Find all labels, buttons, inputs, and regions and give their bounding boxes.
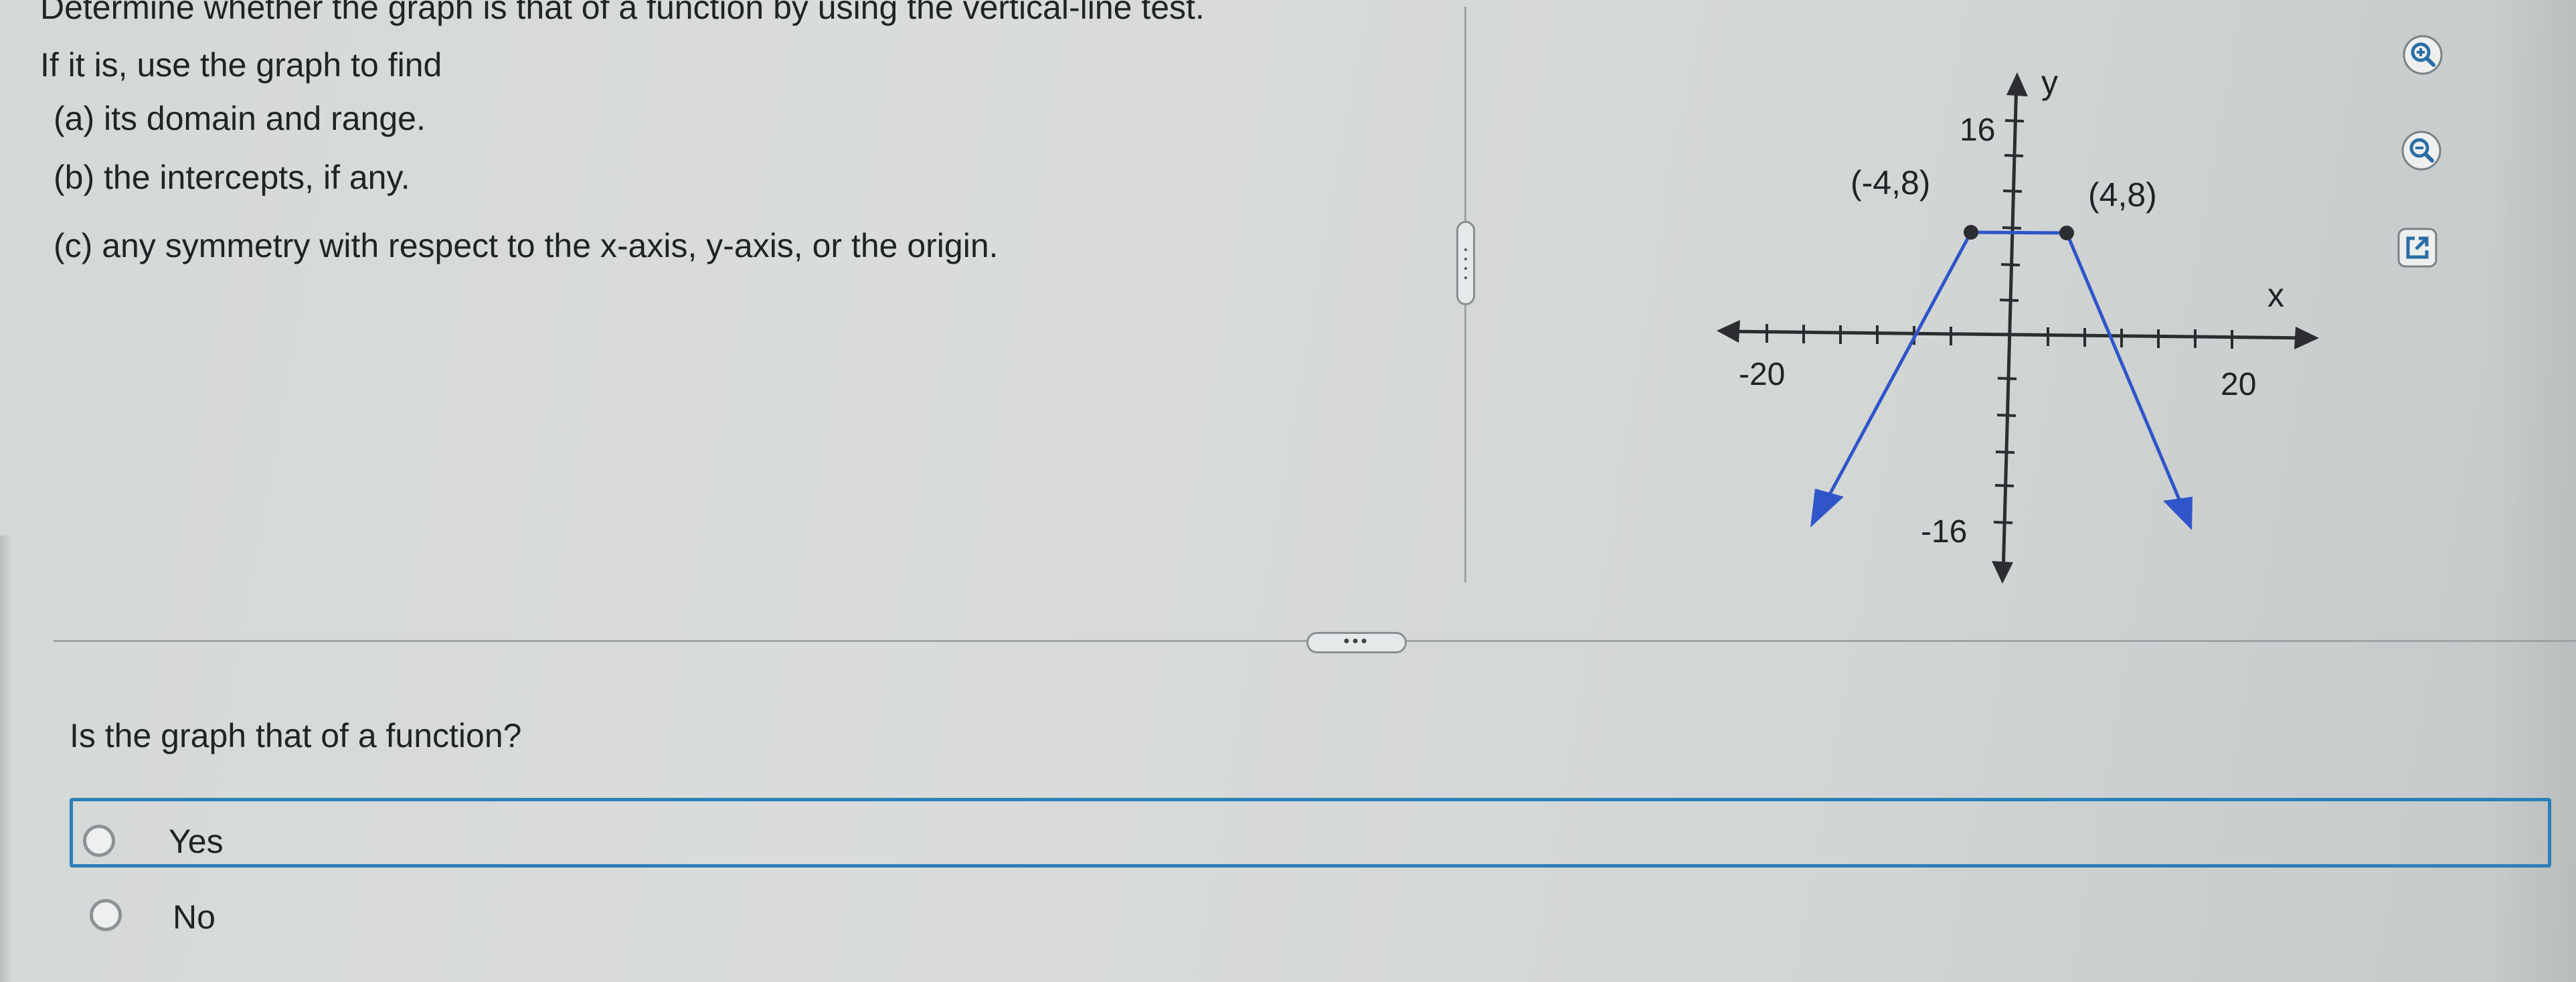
option-yes-label[interactable]: Yes [169, 825, 224, 858]
y-axis-arrow-down [1992, 561, 2013, 584]
radio-yes[interactable] [83, 825, 115, 857]
question-part-c: (c) any symmetry with respect to the x-a… [54, 227, 999, 264]
point-left [1964, 225, 1978, 240]
question-line-2: If it is, use the graph to find [40, 46, 442, 84]
question-part-b: (b) the intercepts, if any. [54, 159, 410, 196]
horizontal-resize-handle[interactable]: ••• [1306, 632, 1407, 653]
function-curve [1822, 230, 2185, 509]
tick-label-x-max: 20 [2221, 367, 2256, 402]
point-right [2059, 226, 2074, 240]
zoom-out-icon [2401, 131, 2441, 171]
vertical-resize-handle[interactable] [1456, 221, 1475, 305]
point-label-left: (-4,8) [1851, 164, 1930, 201]
tick-label-y-min: -16 [1921, 514, 1967, 550]
tick-label-y-max: 16 [1960, 112, 1995, 148]
question-line-1: Determine whether the graph is that of a… [40, 0, 1205, 26]
option-yes[interactable] [70, 798, 2551, 868]
x-axis-arrow-left [1717, 320, 1740, 343]
zoom-in-button[interactable] [2396, 28, 2450, 82]
y-axis-label: y [2041, 64, 2058, 101]
graph-arrow-left [1810, 489, 1844, 527]
open-new-window-button[interactable] [2391, 221, 2444, 274]
radio-no[interactable] [90, 899, 122, 931]
function-graph: y x 16 -16 -20 20 (-4,8) (4,8) [1717, 64, 2319, 584]
screen-edge-shadow [0, 536, 12, 982]
option-no-label[interactable]: No [173, 900, 216, 934]
zoom-out-button[interactable] [2395, 124, 2448, 177]
x-axis [1723, 329, 2313, 340]
open-new-window-icon [2397, 228, 2437, 268]
y-axis-arrow-up [2006, 72, 2028, 96]
tick-label-x-min: -20 [1739, 357, 1785, 392]
graph-arrow-right [2163, 497, 2193, 530]
question-part-a: (a) its domain and range. [54, 100, 426, 137]
x-axis-label: x [2267, 276, 2284, 314]
zoom-in-icon [2403, 35, 2443, 75]
subquestion-prompt: Is the graph that of a function? [70, 717, 522, 754]
point-label-right: (4,8) [2088, 176, 2157, 214]
x-axis-arrow-right [2294, 327, 2319, 349]
